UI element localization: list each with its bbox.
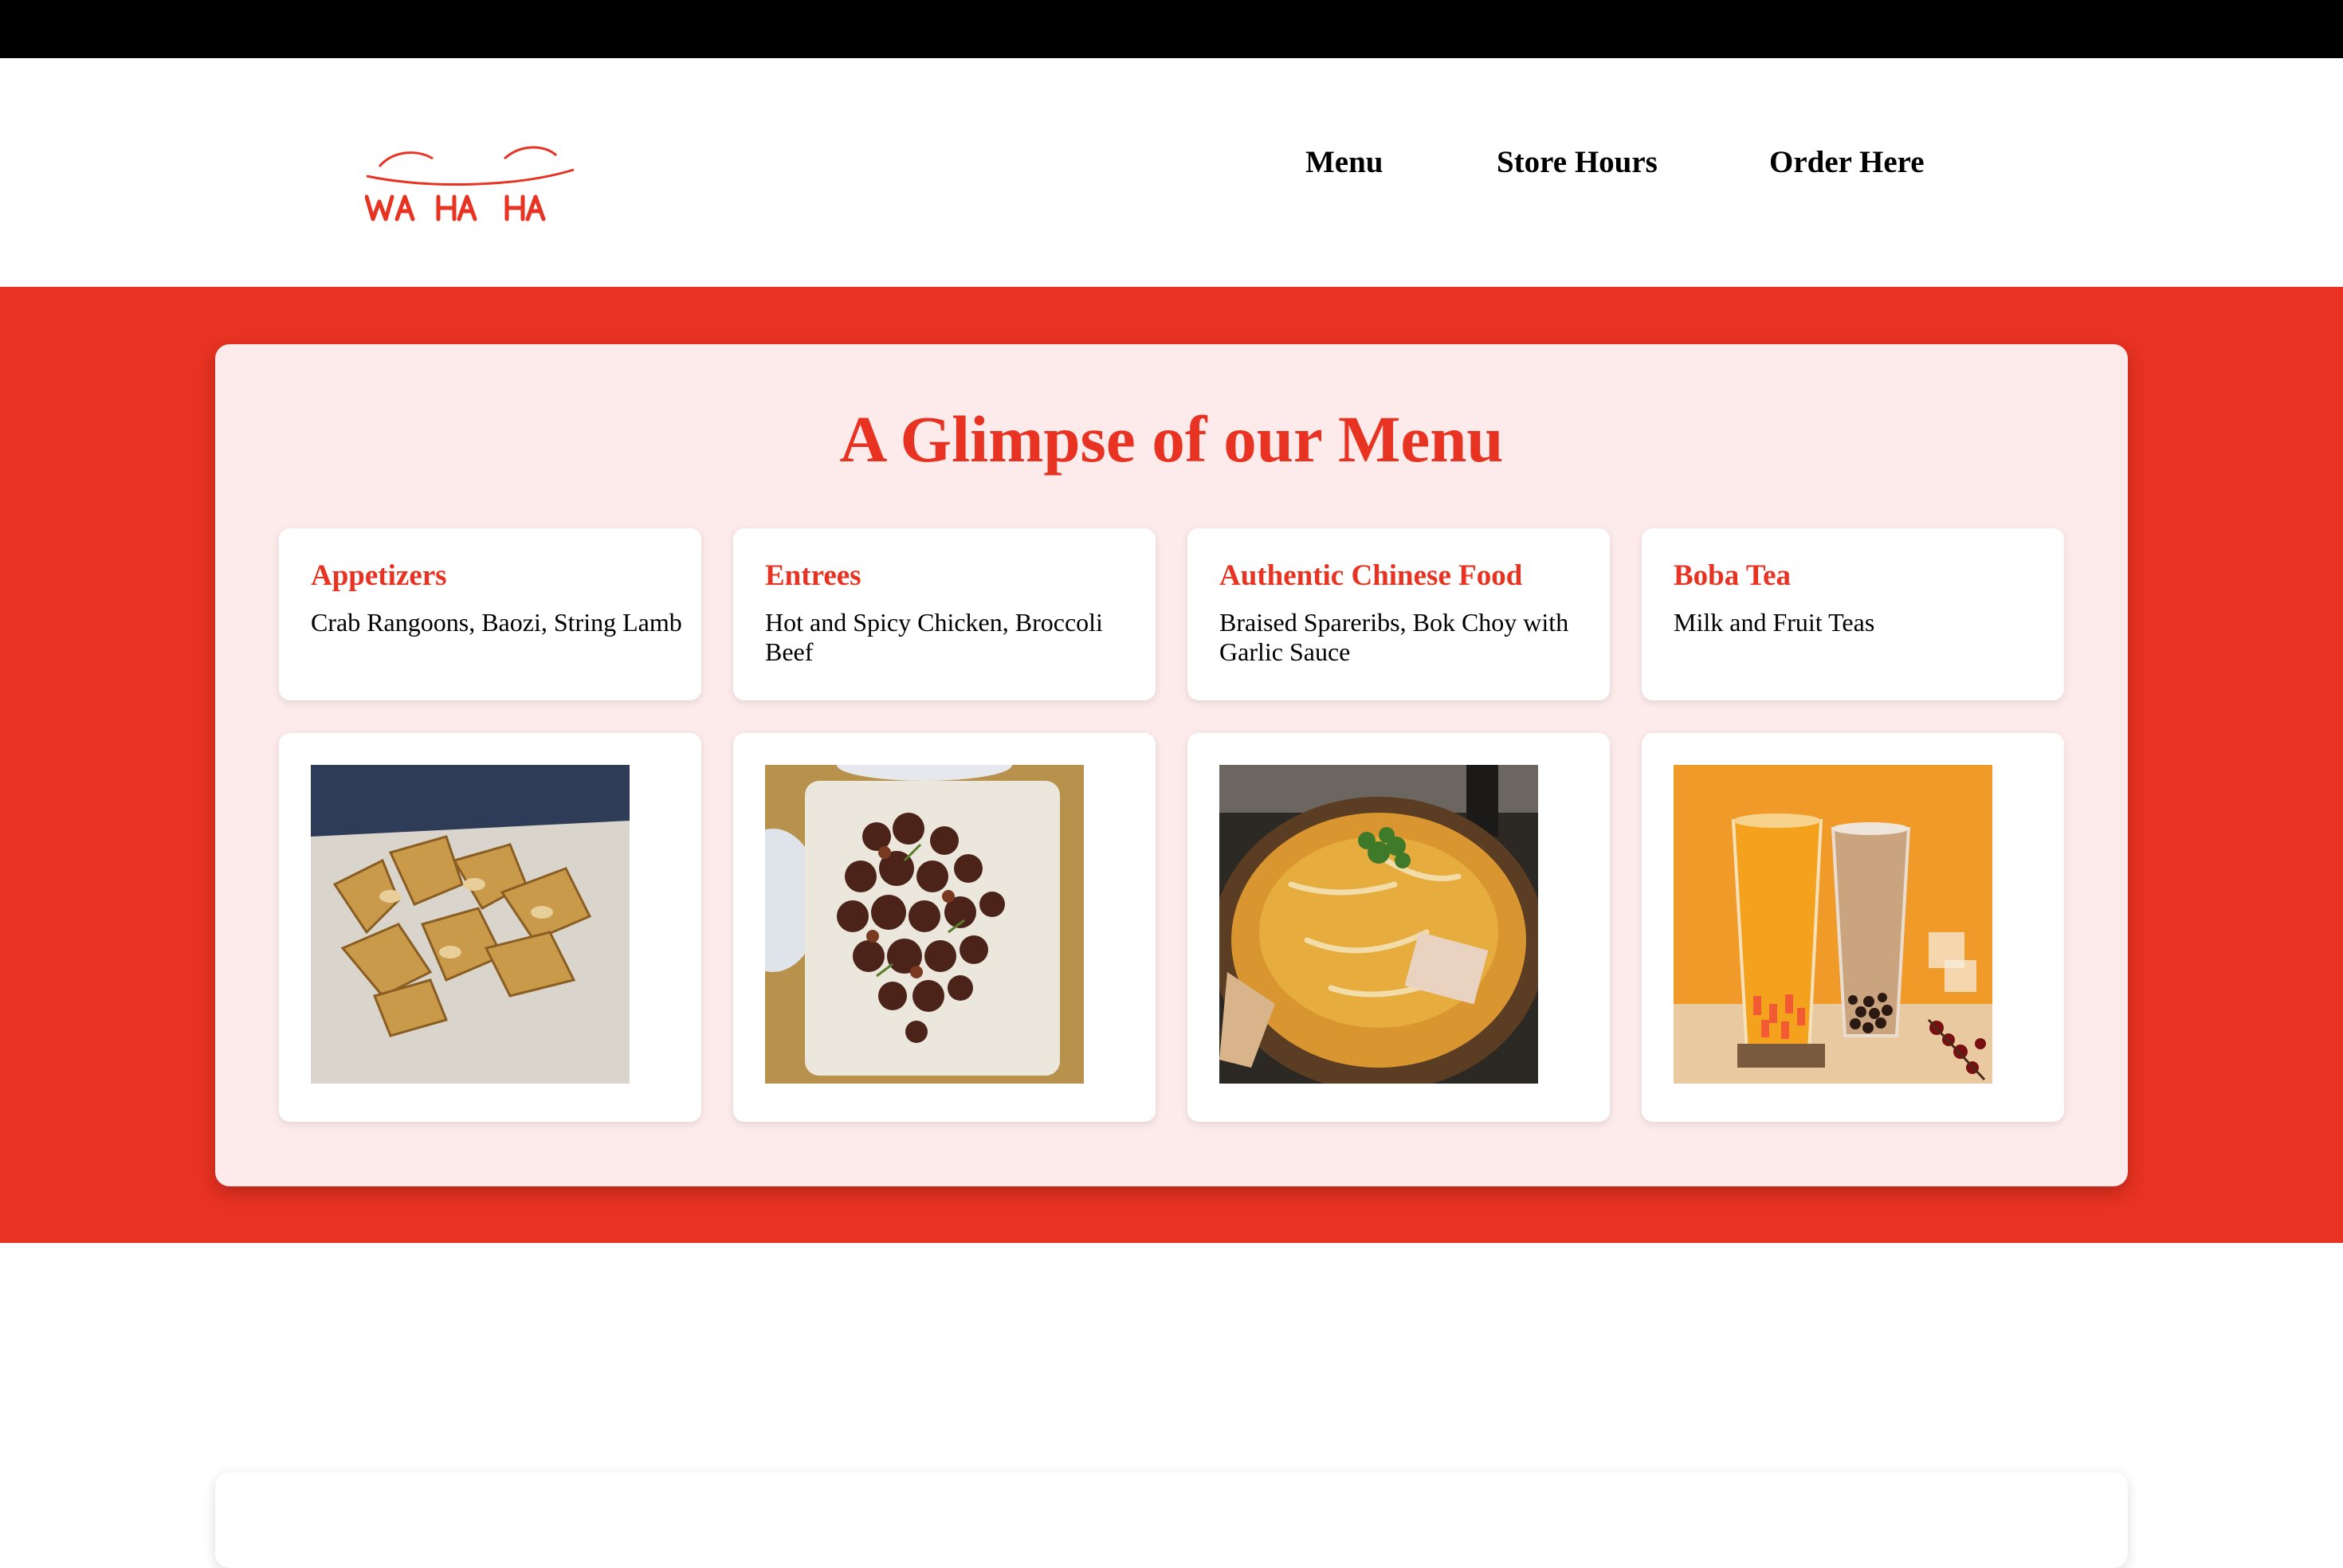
wahaha-logo-image <box>365 146 575 221</box>
menu-category-card-authentic-chinese: Authentic Chinese Food Braised Spareribs… <box>1187 528 1610 700</box>
category-title: Authentic Chinese Food <box>1219 559 1523 592</box>
menu-image-card-appetizers <box>279 733 701 1122</box>
crab-rangoons-photo <box>311 765 630 1084</box>
menu-image-card-entrees <box>733 733 1156 1122</box>
menu-image-card-boba-tea <box>1642 733 2064 1122</box>
category-description: Hot and Spicy Chicken, Broccoli Beef <box>765 608 1103 666</box>
chinese-soup-photo <box>1219 765 1538 1084</box>
menu-category-card-appetizers: Appetizers Crab Rangoons, Baozi, String … <box>279 528 701 700</box>
boba-tea-photo <box>1674 765 1992 1084</box>
spicy-chicken-photo <box>765 765 1084 1084</box>
category-title: Entrees <box>765 559 861 592</box>
category-title: Boba Tea <box>1674 559 1792 592</box>
category-description: Crab Rangoons, Baozi, String Lamb <box>311 608 682 637</box>
menu-category-card-entrees: Entrees Hot and Spicy Chicken, Broccoli … <box>733 528 1156 700</box>
wahaha-logo[interactable] <box>365 138 584 225</box>
next-section-card <box>215 1472 2128 1568</box>
site-header: Menu Store Hours Order Here <box>0 58 2343 287</box>
menu-category-card-boba-tea: Boba Tea Milk and Fruit Teas <box>1642 528 2064 700</box>
category-description: Braised Spareribs, Bok Choy with Garlic … <box>1219 608 1569 666</box>
nav-menu-link[interactable]: Menu <box>1305 144 1383 180</box>
category-description: Milk and Fruit Teas <box>1674 608 1875 637</box>
menu-section-title: A Glimpse of our Menu <box>839 402 1504 476</box>
category-title: Appetizers <box>311 559 447 592</box>
top-bar <box>0 0 2343 58</box>
nav-store-hours-link[interactable]: Store Hours <box>1497 144 1658 180</box>
menu-image-card-authentic-chinese <box>1187 733 1610 1122</box>
nav-order-here-link[interactable]: Order Here <box>1769 144 1925 180</box>
